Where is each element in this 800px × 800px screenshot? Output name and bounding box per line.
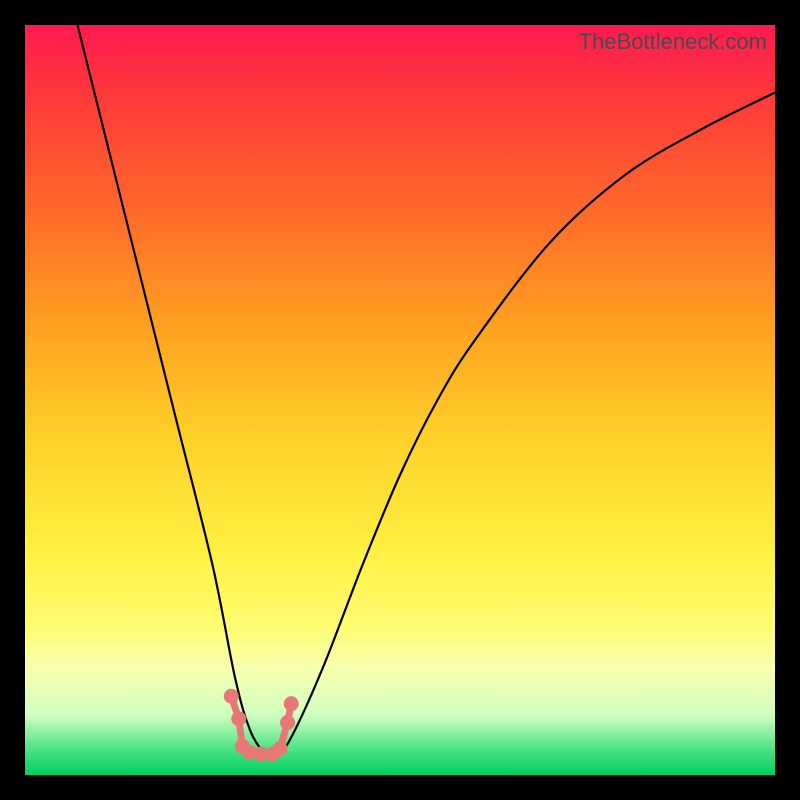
bottleneck-curve [78,25,776,755]
chart-frame: TheBottleneck.com [0,0,800,800]
curve-svg [25,25,775,775]
plot-area: TheBottleneck.com [25,25,775,775]
sweet-spot-dots [224,689,299,762]
